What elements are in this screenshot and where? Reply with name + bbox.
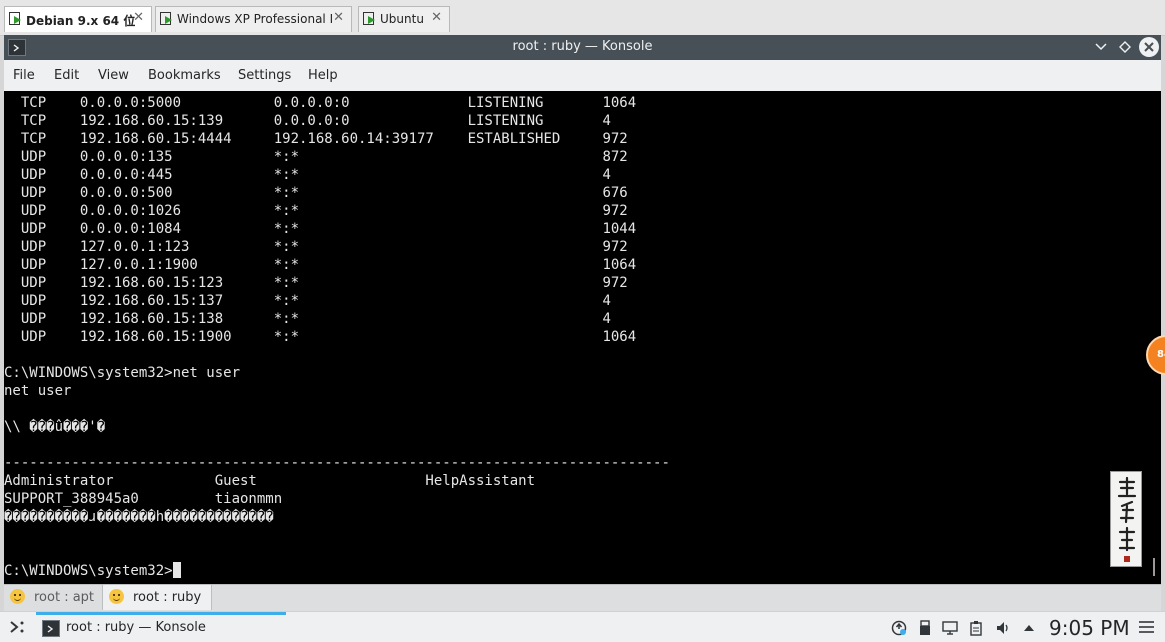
session-tab-label: root : apt — [34, 590, 95, 605]
vm-tab-debian[interactable]: Debian 9.x 64 位 ✕ — [4, 6, 152, 32]
clock[interactable]: 9:05 PM — [1049, 616, 1130, 640]
terminal-line: Administrator Guest HelpAssistant — [4, 473, 536, 489]
terminal-line: TCP 0.0.0.0:5000 0.0.0.0:0 LISTENING 106… — [4, 95, 637, 111]
terminal-view[interactable]: TCP 0.0.0.0:5000 0.0.0.0:0 LISTENING 106… — [4, 91, 1161, 584]
vm-running-icon — [160, 12, 172, 25]
terminal-line: net user — [4, 383, 72, 399]
vm-tab-ubuntu[interactable]: Ubuntu ✕ — [358, 6, 450, 32]
terminal-line: UDP 0.0.0.0:135 *:* 872 — [4, 149, 628, 165]
badge-count: 84 — [1157, 349, 1165, 360]
window-title: root : ruby — Konsole — [512, 39, 653, 54]
menu-settings[interactable]: Settings — [238, 68, 291, 83]
session-tab-label: root : ruby — [133, 590, 202, 605]
session-tab-apt[interactable]: root : apt — [4, 585, 102, 610]
terminal-output: TCP 0.0.0.0:5000 0.0.0.0:0 LISTENING 106… — [4, 94, 670, 580]
terminal-line: UDP 0.0.0.0:445 *:* 4 — [4, 167, 611, 183]
terminal-line: UDP 0.0.0.0:1084 *:* 1044 — [4, 221, 637, 237]
smiley-icon — [109, 589, 124, 604]
taskbar-item-label: root : ruby — Konsole — [66, 620, 206, 635]
taskbar: root : ruby — Konsole 9:05 PM — [0, 611, 1165, 642]
vm-tab-winxp[interactable]: Windows XP Professional No P... ✕ — [155, 6, 352, 32]
scrollbar-thumb[interactable] — [1153, 558, 1155, 576]
terminal-line: SUPPORT_388945a0 tiaonmmn — [4, 491, 283, 507]
close-icon[interactable]: ✕ — [133, 10, 144, 25]
calligraphy-widget[interactable] — [1110, 471, 1142, 567]
taskbar-item-konsole[interactable]: root : ruby — Konsole — [36, 615, 286, 641]
terminal-line: \\ ���û���'� — [4, 419, 106, 435]
application-launcher-icon[interactable] — [8, 619, 26, 635]
maximize-button[interactable] — [1115, 37, 1135, 57]
terminal-line: UDP 192.168.60.15:123 *:* 972 — [4, 275, 628, 291]
vm-running-icon — [363, 12, 375, 25]
update-notifier-icon[interactable] — [891, 620, 907, 636]
menu-help[interactable]: Help — [308, 68, 338, 83]
terminal-line: C:\WINDOWS\system32>net user — [4, 365, 241, 381]
terminal-prompt: C:\WINDOWS\system32> — [4, 563, 173, 579]
terminal-line: ����������ɹ�������һ������������� — [4, 509, 274, 525]
menu-file[interactable]: File — [13, 68, 35, 83]
terminal-line: UDP 192.168.60.15:1900 *:* 1064 — [4, 329, 637, 345]
minimize-button[interactable] — [1091, 37, 1111, 57]
terminal-line: UDP 127.0.0.1:1900 *:* 1064 — [4, 257, 637, 273]
terminal-line: UDP 192.168.60.15:137 *:* 4 — [4, 293, 611, 309]
calligraphy-image — [1117, 476, 1137, 562]
text-cursor — [172, 562, 181, 578]
vm-running-icon — [9, 12, 21, 25]
menu-bookmarks[interactable]: Bookmarks — [148, 68, 221, 83]
close-window-button[interactable] — [1139, 37, 1159, 57]
close-icon[interactable]: ✕ — [333, 10, 344, 25]
menu-edit[interactable]: Edit — [54, 68, 79, 83]
volume-icon[interactable] — [995, 620, 1011, 636]
vm-tab-label: Windows XP Professional No P... — [177, 12, 332, 26]
window-titlebar[interactable]: root : ruby — Konsole — [4, 35, 1161, 60]
menubar: File Edit View Bookmarks Settings Help — [4, 60, 1161, 91]
terminal-line: ----------------------------------------… — [4, 455, 670, 471]
vm-tab-label: Debian 9.x 64 位 — [26, 14, 136, 28]
terminal-line: UDP 192.168.60.15:138 *:* 4 — [4, 311, 611, 327]
smiley-icon — [10, 589, 25, 604]
vm-tab-bar: Debian 9.x 64 位 ✕ Windows XP Professiona… — [0, 0, 1165, 36]
vm-tab-label: Ubuntu — [380, 12, 424, 26]
clipboard-icon[interactable] — [968, 620, 984, 636]
terminal-line: UDP 0.0.0.0:1026 *:* 972 — [4, 203, 628, 219]
terminal-line: UDP 127.0.0.1:123 *:* 972 — [4, 239, 628, 255]
close-icon — [1144, 42, 1154, 52]
display-settings-icon[interactable] — [942, 620, 958, 636]
terminal-line: TCP 192.168.60.15:139 0.0.0.0:0 LISTENIN… — [4, 113, 611, 129]
konsole-icon — [42, 620, 60, 637]
terminal-line: TCP 192.168.60.15:4444 192.168.60.14:391… — [4, 131, 628, 147]
close-icon[interactable]: ✕ — [431, 10, 442, 25]
session-tab-bar: root : apt root : ruby — [4, 584, 1161, 611]
terminal-line: UDP 0.0.0.0:500 *:* 676 — [4, 185, 628, 201]
expand-tray-icon[interactable] — [1021, 620, 1037, 636]
menu-view[interactable]: View — [98, 68, 129, 83]
usb-device-icon[interactable] — [917, 620, 933, 636]
session-tab-ruby[interactable]: root : ruby — [102, 585, 212, 610]
panel-menu-icon[interactable] — [1139, 621, 1154, 633]
